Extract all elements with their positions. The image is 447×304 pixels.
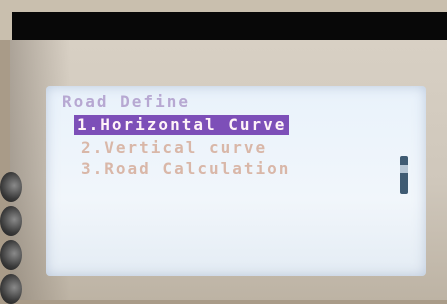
lcd-screen: Road Define 1.Horizontal Curve 2.Vertica…: [46, 86, 426, 276]
scrollbar[interactable]: [400, 156, 408, 194]
device-top-dark-strip: [12, 12, 447, 42]
device-top-panel: [0, 0, 447, 42]
menu-item-vertical-curve[interactable]: 2.Vertical curve: [81, 138, 267, 157]
side-button-1[interactable]: [0, 172, 22, 202]
menu-item-horizontal-curve[interactable]: 1.Horizontal Curve: [74, 115, 290, 135]
menu-title: Road Define: [62, 92, 190, 111]
side-button-3[interactable]: [0, 240, 22, 270]
menu-item-road-calculation[interactable]: 3.Road Calculation: [81, 159, 290, 178]
scrollbar-thumb[interactable]: [400, 165, 408, 173]
side-button-2[interactable]: [0, 206, 22, 236]
